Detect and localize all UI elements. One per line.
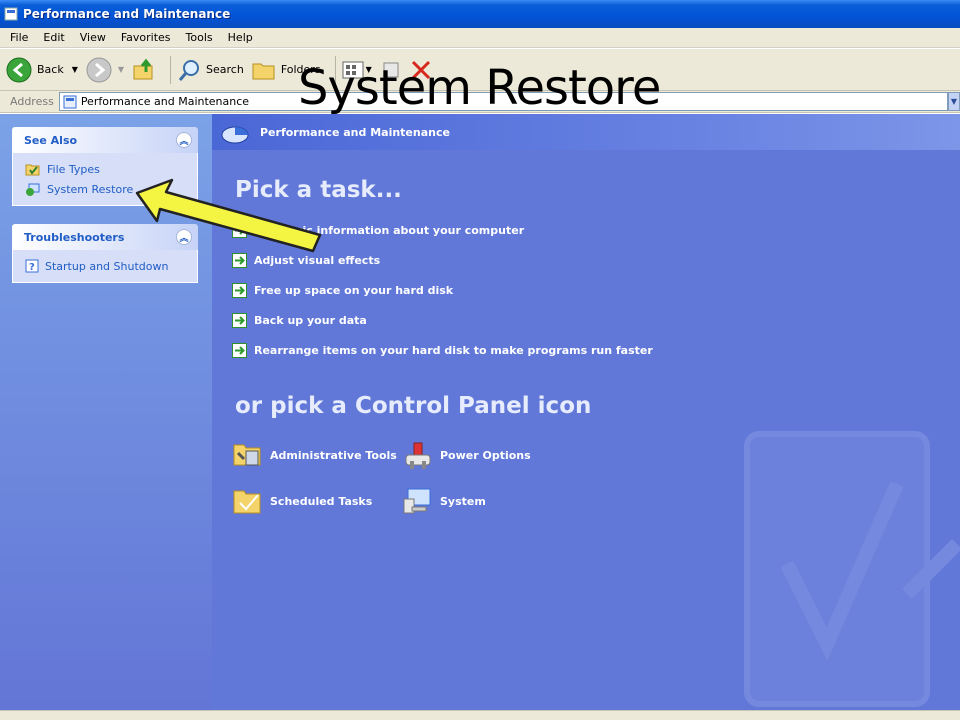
file-types-label: File Types (47, 162, 100, 176)
toolbar-separator (170, 55, 172, 84)
cp-power-options[interactable]: Power Options (402, 439, 531, 471)
green-arrow-icon (232, 282, 247, 298)
search-label: Search (206, 63, 244, 76)
see-also-body: File Types System Restore (12, 153, 198, 206)
troubleshooters-header[interactable]: Troubleshooters ︽ (12, 224, 198, 250)
forward-arrow-icon (86, 57, 112, 82)
administrative-tools-label: Administrative Tools (270, 448, 397, 462)
help-icon: ? (25, 259, 39, 273)
green-arrow-icon (232, 222, 247, 238)
task-link[interactable]: Back up your data (232, 311, 367, 329)
task-link[interactable]: See basic information about your compute… (232, 221, 524, 239)
task-label: Free up space on your hard disk (254, 283, 454, 297)
forward-dropdown-icon[interactable]: ▼ (118, 65, 124, 74)
system-label: System (440, 494, 486, 508)
content-area: Performance and Maintenance Pick a task.… (212, 114, 960, 710)
see-also-file-types[interactable]: File Types (25, 159, 185, 179)
see-also-header[interactable]: See Also ︽ (12, 127, 198, 153)
collapse-chevron-icon[interactable]: ︽ (176, 229, 192, 245)
back-dropdown-icon[interactable]: ▼ (72, 65, 78, 74)
menu-favorites[interactable]: Favorites (121, 31, 171, 44)
startup-shutdown-label: Startup and Shutdown (45, 259, 169, 273)
performance-maintenance-icon (221, 126, 249, 144)
menu-tools[interactable]: Tools (186, 31, 213, 44)
up-folder-button[interactable] (132, 58, 156, 82)
system-icon (403, 488, 431, 514)
task-label: See basic information about your compute… (254, 223, 525, 237)
up-folder-icon (133, 58, 153, 79)
address-dropdown-icon[interactable]: ▼ (948, 92, 960, 111)
menu-help[interactable]: Help (228, 31, 253, 44)
checkmark-watermark-icon (744, 431, 960, 707)
see-also-panel: See Also ︽ File Types System Restore (12, 127, 198, 206)
window-title: Performance and Maintenance (23, 7, 231, 21)
menu-file[interactable]: File (10, 31, 28, 44)
troubleshooters-title: Troubleshooters (24, 230, 125, 244)
back-arrow-icon (6, 57, 32, 82)
task-link[interactable]: Rearrange items on your hard disk to mak… (232, 341, 653, 359)
see-also-system-restore[interactable]: System Restore (25, 179, 185, 199)
troubleshooter-startup-shutdown[interactable]: ? Startup and Shutdown (25, 256, 185, 276)
menu-bar: File Edit View Favorites Tools Help (0, 28, 960, 48)
address-label: Address (10, 95, 54, 108)
task-pane: See Also ︽ File Types System Restore Tro… (0, 114, 212, 710)
overlay-caption: System Restore (298, 60, 661, 116)
svg-text:?: ? (29, 262, 35, 273)
back-label: Back (37, 63, 64, 76)
power-options-icon (405, 442, 431, 469)
troubleshooters-panel: Troubleshooters ︽ ? Startup and Shutdown (12, 224, 198, 283)
search-button[interactable]: Search (177, 58, 244, 82)
system-restore-label: System Restore (47, 182, 134, 196)
system-restore-icon (26, 183, 40, 196)
control-panel-heading: or pick a Control Panel icon (235, 393, 592, 419)
window-icon (4, 7, 18, 21)
menu-view[interactable]: View (80, 31, 106, 44)
status-bar (0, 710, 960, 720)
control-panel-icon (63, 95, 77, 108)
scheduled-tasks-label: Scheduled Tasks (270, 494, 373, 508)
cp-scheduled-tasks[interactable]: Scheduled Tasks (232, 485, 372, 517)
cp-administrative-tools[interactable]: Administrative Tools (232, 439, 397, 471)
title-bar: Performance and Maintenance (0, 0, 960, 28)
search-icon (178, 59, 200, 81)
menu-edit[interactable]: Edit (43, 31, 64, 44)
cp-system[interactable]: System (402, 485, 486, 517)
pick-task-heading: Pick a task... (235, 177, 402, 203)
category-banner: Performance and Maintenance (212, 114, 960, 150)
task-label: Adjust visual effects (254, 253, 381, 267)
scheduled-tasks-icon (233, 490, 261, 514)
see-also-title: See Also (24, 133, 78, 147)
power-options-label: Power Options (440, 448, 531, 462)
task-link[interactable]: Free up space on your hard disk (232, 281, 453, 299)
green-arrow-icon (232, 252, 247, 268)
troubleshooters-body: ? Startup and Shutdown (12, 250, 198, 283)
green-arrow-icon (232, 312, 247, 328)
task-link[interactable]: Adjust visual effects (232, 251, 380, 269)
administrative-tools-icon (233, 444, 261, 466)
folders-icon (252, 63, 275, 79)
forward-button[interactable]: ▼ (86, 57, 124, 83)
green-arrow-icon (232, 342, 247, 358)
back-button[interactable]: Back ▼ (6, 57, 78, 83)
task-label: Rearrange items on your hard disk to mak… (254, 343, 653, 357)
address-value: Performance and Maintenance (80, 95, 250, 108)
file-types-icon (25, 164, 40, 176)
category-title: Performance and Maintenance (260, 125, 450, 139)
task-label: Back up your data (254, 313, 367, 327)
collapse-chevron-icon[interactable]: ︽ (176, 132, 192, 148)
